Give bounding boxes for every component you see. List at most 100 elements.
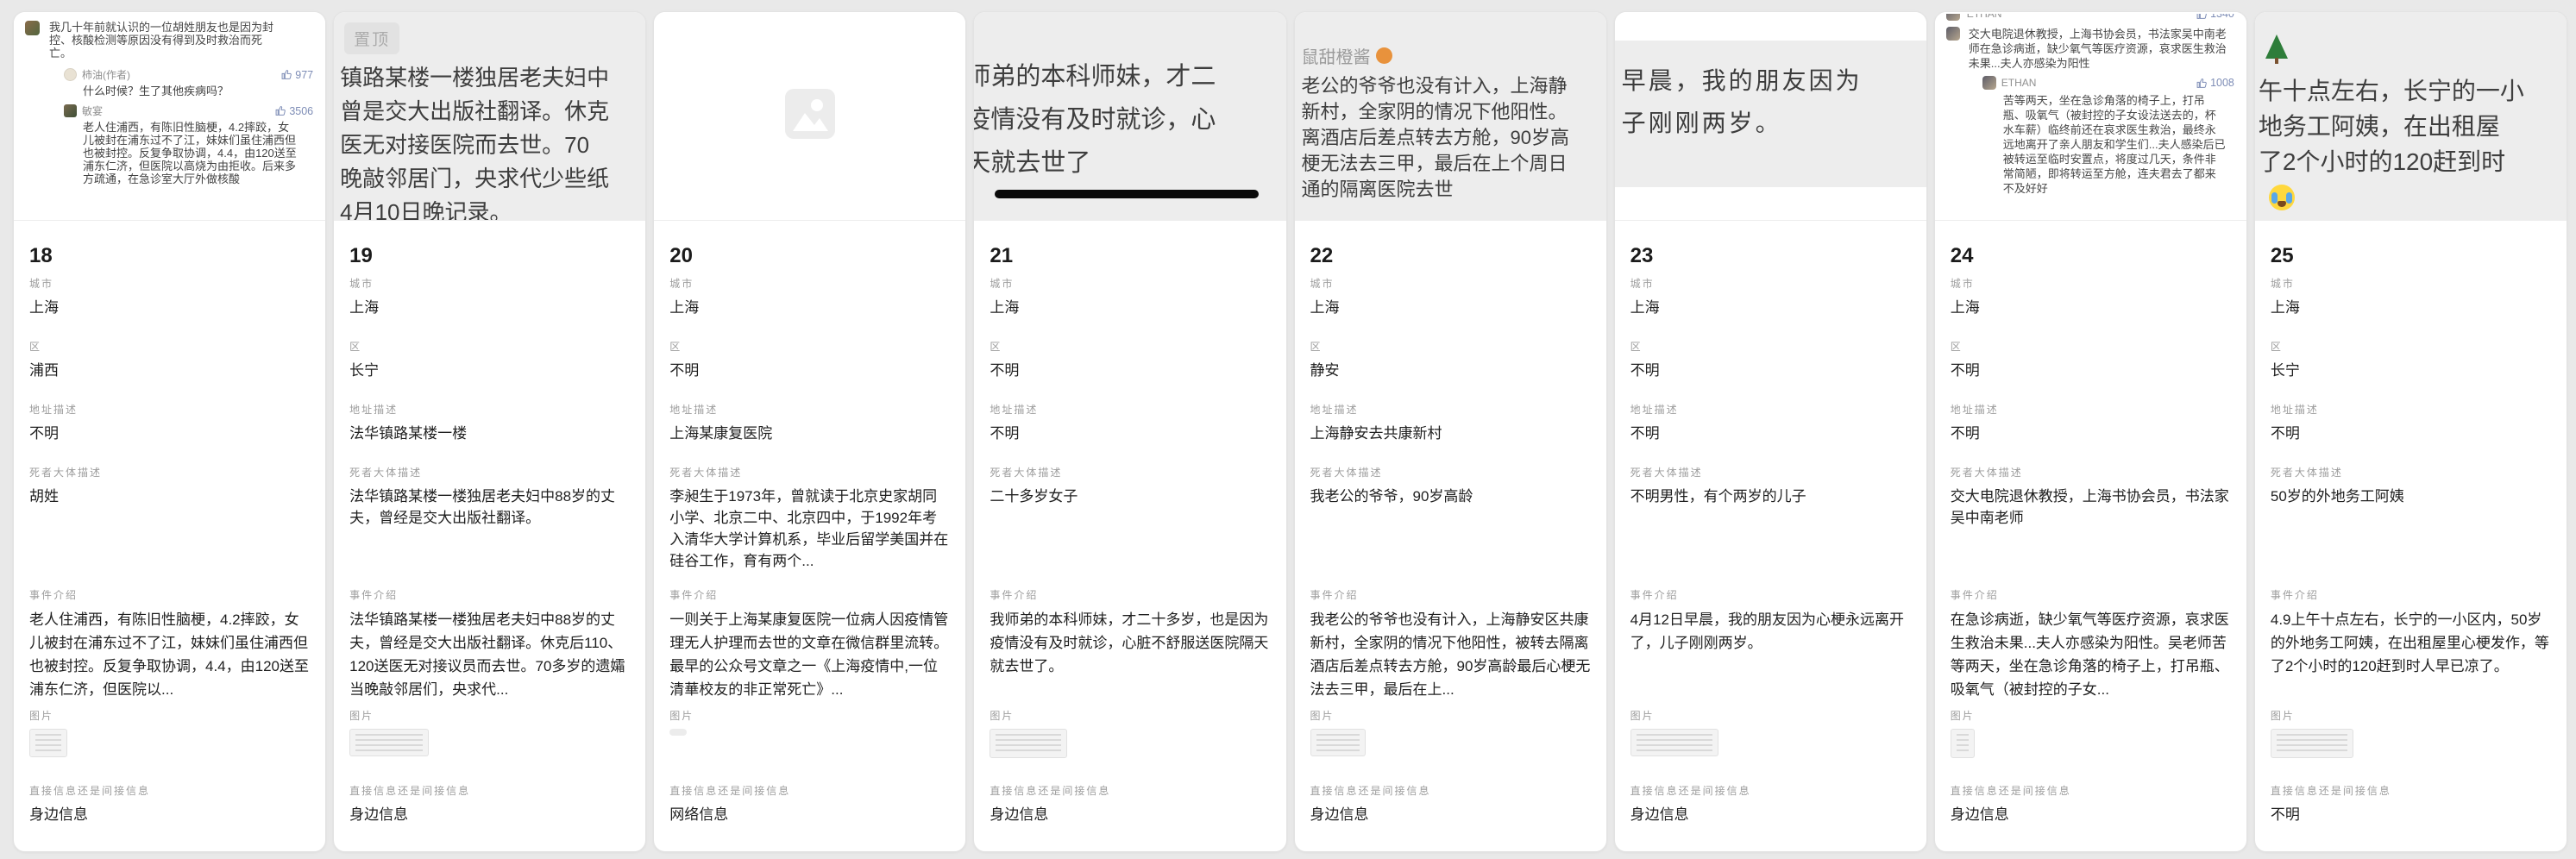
field-value-address: 不明 [1630, 423, 1911, 444]
commenter-avatar [1946, 14, 1960, 21]
field-label-district: 区 [349, 341, 630, 353]
field-label-image: 图片 [1951, 710, 2231, 722]
reply-text: 什么时候？生了其他疾病吗？ [83, 85, 298, 97]
field-value-district: 不明 [1630, 360, 1911, 381]
field-value-direct: 不明 [2271, 804, 2551, 825]
field-label-deceased: 死者大体描述 [669, 467, 950, 479]
image-attachment-thumbnail[interactable] [29, 729, 67, 757]
record-preview-image[interactable]: ETHAN 1340 交大电院退休教授，上海书协会员，书法家吴中南老师在急诊病逝… [1935, 12, 2246, 221]
field-label-image: 图片 [1630, 710, 1911, 722]
field-value-deceased: 法华镇路某楼一楼独居老夫妇中88岁的丈夫，曾经是交大出版社翻译。 [349, 486, 630, 529]
field-label-event: 事件介绍 [669, 589, 950, 601]
field-value-deceased: 交大电院退休教授，上海书协会员，书法家吴中南老师 [1951, 486, 2231, 529]
reply-text: 老人住浦西，有陈旧性脑梗，4.2摔跤，女儿被封在浦东过不了江，妹妹们虽住浦西但也… [83, 121, 298, 185]
record-card[interactable]: ETHAN 1340 交大电院退休教授，上海书协会员，书法家吴中南老师在急诊病逝… [1934, 11, 2247, 852]
thumb-up-icon [275, 105, 286, 116]
image-attachment-thumbnail[interactable] [1630, 729, 1718, 756]
record-card[interactable]: 我几十年前就认识的一位胡姓朋友也是因为封控、核酸检测等原因没有得到及时救治而死亡… [13, 11, 326, 852]
field-value-event: 在急诊病逝，缺少氧气等医疗资源，哀求医生救治未果...夫人亦感染为阳性。吴老师苦… [1951, 608, 2231, 701]
record-preview-image[interactable]: 我几十年前就认识的一位胡姓朋友也是因为封控、核酸检测等原因没有得到及时救治而死亡… [14, 12, 325, 221]
preview-text-line: 镇路某楼一楼独居老夫妇中 [340, 61, 645, 95]
field-label-event: 事件介绍 [349, 589, 630, 601]
record-preview-image[interactable]: 师弟的本科师妹，才二 疫情没有及时就诊，心 天就去世了 [974, 12, 1285, 221]
record-card[interactable]: 师弟的本科师妹，才二 疫情没有及时就诊，心 天就去世了 21 城市上海 区不明 … [973, 11, 1286, 852]
field-value-address: 上海静安去共康新村 [1310, 423, 1591, 444]
record-preview-image[interactable]: 午十点左右，长宁的一小 地务工阿姨，在出租屋 了2个小时的120赶到时 [2255, 12, 2567, 221]
comment-author: ETHAN [1967, 14, 2002, 20]
field-value-address: 不明 [2271, 423, 2551, 444]
image-attachment-thumbnail[interactable] [349, 729, 429, 756]
image-attachment-thumbnail[interactable] [669, 729, 687, 736]
record-number: 18 [29, 244, 310, 268]
pinned-badge: 置顶 [344, 22, 399, 54]
image-attachment-thumbnail[interactable] [2271, 729, 2353, 758]
record-number: 21 [990, 244, 1270, 268]
preview-text-line: 师弟的本科师妹，才二 [974, 55, 1285, 98]
field-value-city: 上海 [2271, 297, 2551, 318]
preview-text-line: 4月10日晚记录。 [340, 196, 645, 221]
field-value-deceased: 不明男性，有个两岁的儿子 [1630, 486, 1911, 507]
field-label-city: 城市 [1630, 278, 1911, 290]
thumb-up-icon [2196, 14, 2208, 20]
reply-avatar [64, 104, 77, 117]
field-label-address: 地址描述 [2271, 404, 2551, 416]
field-label-image: 图片 [2271, 710, 2551, 722]
field-label-deceased: 死者大体描述 [1630, 467, 1911, 479]
field-value-district: 长宁 [349, 360, 630, 381]
record-card[interactable]: 20 城市上海 区不明 地址描述上海某康复医院 死者大体描述李昶生于1973年，… [653, 11, 966, 852]
image-attachment-thumbnail[interactable] [1951, 729, 1975, 758]
preview-text-line: 天就去世了 [974, 141, 1285, 185]
record-card[interactable]: 午十点左右，长宁的一小 地务工阿姨，在出租屋 了2个小时的120赶到时 25 城… [2254, 11, 2567, 852]
field-label-city: 城市 [2271, 278, 2551, 290]
field-value-district: 长宁 [2271, 360, 2551, 381]
comment-text: 我几十年前就认识的一位胡姓朋友也是因为封控、核酸检测等原因没有得到及时救治而死亡… [49, 21, 279, 60]
record-preview-image[interactable]: 鼠甜橙酱 老公的爷爷也没有计入，上海静 新村，全家阴的情况下他阳性。 离酒店后差… [1295, 12, 1606, 221]
record-card[interactable]: 置顶 镇路某楼一楼独居老夫妇中 曾是交大出版社翻译。休克 医无对接医院而去世。7… [333, 11, 646, 852]
field-label-city: 城市 [29, 278, 310, 290]
commenter-avatar [1946, 27, 1960, 41]
gallery-board: 我几十年前就认识的一位胡姓朋友也是因为封控、核酸检测等原因没有得到及时救治而死亡… [0, 0, 2576, 859]
record-card[interactable]: 早晨，我的朋友因为 子刚刚两岁。 23 城市上海 区不明 地址描述不明 死者大体… [1614, 11, 1927, 852]
record-preview-image[interactable]: 置顶 镇路某楼一楼独居老夫妇中 曾是交大出版社翻译。休克 医无对接医院而去世。7… [334, 12, 645, 221]
field-label-event: 事件介绍 [990, 589, 1270, 601]
field-label-image: 图片 [669, 710, 950, 722]
field-value-event: 法华镇路某楼一楼独居老夫妇中88岁的丈夫，曾经是交大出版社翻译。休克后110、1… [349, 608, 630, 701]
field-label-direct: 直接信息还是间接信息 [29, 785, 310, 797]
field-value-direct: 身边信息 [29, 804, 310, 825]
field-value-district: 不明 [1951, 360, 2231, 381]
field-value-event: 老人住浦西，有陈旧性脑梗，4.2摔跤，女儿被封在浦东过不了江，妹妹们虽住浦西但也… [29, 608, 310, 701]
field-value-city: 上海 [669, 297, 950, 318]
record-preview-image[interactable]: 早晨，我的朋友因为 子刚刚两岁。 [1615, 12, 1926, 221]
image-attachment-thumbnail[interactable] [1310, 729, 1366, 756]
like-count: 977 [281, 69, 313, 81]
field-label-address: 地址描述 [29, 404, 310, 416]
orange-emoji [1376, 47, 1392, 64]
field-label-district: 区 [1310, 341, 1591, 353]
field-label-direct: 直接信息还是间接信息 [1630, 785, 1911, 797]
field-label-direct: 直接信息还是间接信息 [1310, 785, 1591, 797]
preview-text-line: 疫情没有及时就诊，心 [974, 98, 1285, 141]
record-preview-image[interactable] [654, 12, 965, 221]
field-value-address: 上海某康复医院 [669, 423, 950, 444]
field-value-direct: 身边信息 [349, 804, 630, 825]
field-value-address: 不明 [990, 423, 1270, 444]
card-fields: 23 城市上海 区不明 地址描述不明 死者大体描述不明男性，有个两岁的儿子 事件… [1615, 221, 1926, 851]
field-value-district: 浦西 [29, 360, 310, 381]
record-number: 19 [349, 244, 630, 268]
field-label-address: 地址描述 [669, 404, 950, 416]
field-value-address: 法华镇路某楼一楼 [349, 423, 630, 444]
preview-text-line: 早晨，我的朋友因为 [1622, 60, 1926, 102]
field-label-event: 事件介绍 [1310, 589, 1591, 601]
field-label-address: 地址描述 [349, 404, 630, 416]
preview-text-line: 医无对接医院而去世。70 [340, 129, 645, 162]
field-label-image: 图片 [349, 710, 630, 722]
image-attachment-thumbnail[interactable] [990, 729, 1067, 758]
field-label-direct: 直接信息还是间接信息 [669, 785, 950, 797]
reply-avatar [1982, 76, 1996, 90]
thumb-up-icon [2196, 78, 2208, 89]
record-card[interactable]: 鼠甜橙酱 老公的爷爷也没有计入，上海静 新村，全家阴的情况下他阳性。 离酒店后差… [1294, 11, 1607, 852]
reply-author: 柿油(作者) [82, 67, 130, 82]
tree-emoji [2264, 34, 2290, 66]
field-label-deceased: 死者大体描述 [990, 467, 1270, 479]
record-number: 24 [1951, 244, 2231, 268]
